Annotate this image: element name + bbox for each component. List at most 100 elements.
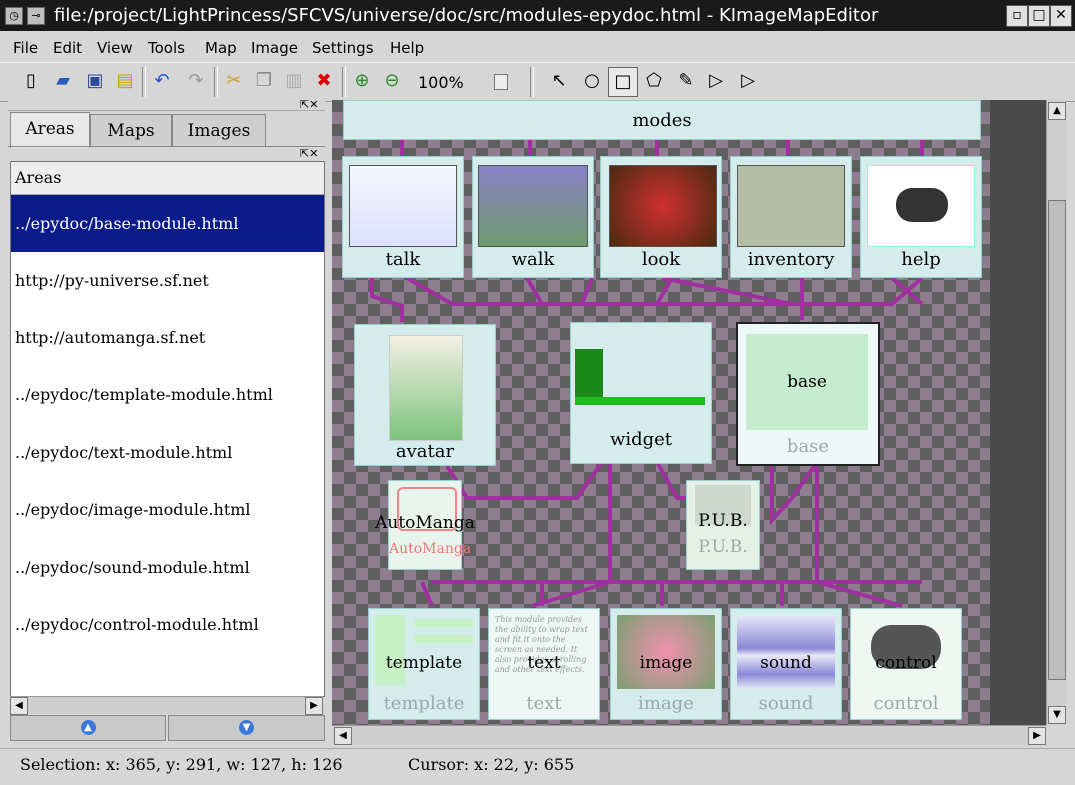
menu-view[interactable]: View xyxy=(97,39,133,57)
walk-area[interactable]: walk xyxy=(472,156,594,278)
list-item[interactable]: ../epydoc/base-module.html xyxy=(11,195,324,252)
template-sub: template xyxy=(383,693,465,714)
menu-edit[interactable]: Edit xyxy=(53,39,82,57)
menu-help[interactable]: Help xyxy=(390,39,424,57)
scroll-right-icon[interactable]: ▶ xyxy=(305,697,323,715)
scroll-right-icon[interactable]: ▶ xyxy=(1028,727,1046,745)
menu-settings[interactable]: Settings xyxy=(312,39,374,57)
tab-areas[interactable]: Areas xyxy=(10,112,90,148)
image-thumbnail xyxy=(617,615,715,689)
zoom-in-icon[interactable]: ⊕ xyxy=(348,67,376,95)
dock-float-icon[interactable]: ⇱✕ xyxy=(300,98,318,111)
walk-label: walk xyxy=(511,249,555,270)
sound-area[interactable]: sound sound xyxy=(730,608,842,720)
scroll-left-icon[interactable]: ◀ xyxy=(10,697,28,715)
look-area[interactable]: look xyxy=(600,156,722,278)
list-header[interactable]: Areas xyxy=(11,162,324,195)
menu-map[interactable]: Map xyxy=(205,39,237,57)
arrow-up-icon: ▲ xyxy=(80,720,96,735)
help-label: help xyxy=(901,249,941,270)
help-area[interactable]: help xyxy=(860,156,982,278)
template-thumbnail xyxy=(375,615,473,685)
canvas-v-scrollbar[interactable]: ▲ ▼ xyxy=(1046,100,1066,725)
maximize-button[interactable]: □ xyxy=(1028,5,1050,27)
pub-area[interactable]: P.U.B. P.U.B. xyxy=(686,480,760,570)
talk-area[interactable]: talk xyxy=(342,156,464,278)
widget-area[interactable]: widget xyxy=(570,322,712,464)
image-area[interactable]: image image xyxy=(610,608,722,720)
scroll-up-icon[interactable]: ▲ xyxy=(1048,102,1066,120)
base-area-selected[interactable]: base base xyxy=(736,322,880,466)
select-arrow-icon[interactable]: ↖ xyxy=(545,67,573,95)
zoom-out-icon[interactable]: ⊖ xyxy=(378,67,406,95)
list-h-scrollbar[interactable]: ◀ ▶ xyxy=(10,696,323,715)
cursor-status: Cursor: x: 22, y: 655 xyxy=(408,755,575,774)
text-area[interactable]: This module provides the ability to wrap… xyxy=(488,608,600,720)
scroll-down-icon[interactable]: ▼ xyxy=(1048,706,1066,724)
delete-icon[interactable]: ✖ xyxy=(310,67,338,95)
modes-area[interactable]: modes xyxy=(343,100,981,140)
pub-label: P.U.B. xyxy=(698,511,748,531)
menu-image[interactable]: Image xyxy=(251,39,298,57)
rectangle-tool-icon[interactable]: □ xyxy=(608,67,638,97)
talk-thumbnail xyxy=(349,165,457,247)
polygon-tool-icon[interactable]: ⬠ xyxy=(640,67,668,95)
close-button[interactable]: ✕ xyxy=(1050,5,1072,27)
automanga-label: AutoManga xyxy=(375,513,475,533)
canvas-h-scrollbar[interactable]: ◀ ▶ xyxy=(332,725,1046,745)
avatar-thumbnail xyxy=(389,335,463,441)
avatar-area[interactable]: avatar xyxy=(354,324,496,466)
list-item[interactable]: ../epydoc/image-module.html xyxy=(11,481,324,538)
look-label: look xyxy=(641,249,681,270)
scroll-left-icon[interactable]: ◀ xyxy=(334,727,352,745)
dock-handle[interactable] xyxy=(8,100,325,111)
automanga-area[interactable]: AutoManga AutoManga xyxy=(375,480,475,570)
list-item[interactable]: ../epydoc/control-module.html xyxy=(11,596,324,653)
remove-point-icon[interactable]: ▷ xyxy=(734,67,762,95)
list-item[interactable]: ../epydoc/sound-module.html xyxy=(11,539,324,596)
list-float-icon[interactable]: ⇱✕ xyxy=(300,147,318,160)
list-item[interactable]: ../epydoc/text-module.html xyxy=(11,424,324,481)
sound-label: sound xyxy=(760,653,812,673)
template-area[interactable]: template template xyxy=(368,608,480,720)
zoom-level[interactable]: 100% xyxy=(418,73,464,92)
text-label: text xyxy=(527,653,561,673)
control-area[interactable]: control control xyxy=(850,608,962,720)
look-thumbnail xyxy=(609,165,717,247)
copy-icon[interactable]: ❐ xyxy=(250,67,278,95)
menu-tools[interactable]: Tools xyxy=(148,39,185,57)
list-item[interactable]: http://py-universe.sf.net xyxy=(11,252,324,309)
control-label: control xyxy=(875,653,937,673)
freehand-tool-icon[interactable]: ✎ xyxy=(672,67,700,95)
v-scroll-thumb[interactable] xyxy=(1048,200,1066,680)
move-down-button[interactable]: ▼ xyxy=(168,715,325,741)
image-canvas[interactable]: modes talk walk look inventory help avat… xyxy=(332,100,1046,725)
pin-icon[interactable]: ⊸ xyxy=(27,7,45,25)
open-folder-icon[interactable]: ▰ xyxy=(49,67,77,95)
add-point-icon[interactable]: ▷ xyxy=(702,67,730,95)
list-item[interactable]: ../epydoc/template-module.html xyxy=(11,366,324,423)
inventory-area[interactable]: inventory xyxy=(730,156,852,278)
zoom-dropdown[interactable] xyxy=(494,74,508,90)
tab-maps[interactable]: Maps xyxy=(90,114,172,147)
list-item[interactable]: http://automanga.sf.net xyxy=(11,309,324,366)
menu-file[interactable]: File xyxy=(13,39,38,57)
circle-tool-icon[interactable]: ○ xyxy=(578,67,606,95)
base-inner: base xyxy=(746,334,868,430)
widget-thumbnail xyxy=(575,349,705,407)
gamepad-icon xyxy=(896,188,948,222)
cut-icon[interactable]: ✂ xyxy=(220,67,248,95)
walk-thumbnail xyxy=(478,165,588,247)
undo-icon[interactable]: ↶ xyxy=(148,67,176,95)
tab-images[interactable]: Images xyxy=(172,114,266,147)
save-as-icon[interactable]: ▤ xyxy=(111,67,139,95)
minimize-button[interactable]: ▫ xyxy=(1006,5,1028,27)
app-menu-icon[interactable]: ◷ xyxy=(5,7,23,25)
save-icon[interactable]: ▣ xyxy=(81,67,109,95)
move-up-button[interactable]: ▲ xyxy=(10,715,166,741)
sound-waveform xyxy=(737,615,835,689)
menu-bar: File Edit View Tools Map Image Settings … xyxy=(0,33,1075,61)
paste-icon[interactable]: ▥ xyxy=(280,67,308,95)
redo-icon[interactable]: ↷ xyxy=(182,67,210,95)
new-file-icon[interactable]: ▯ xyxy=(17,67,45,95)
